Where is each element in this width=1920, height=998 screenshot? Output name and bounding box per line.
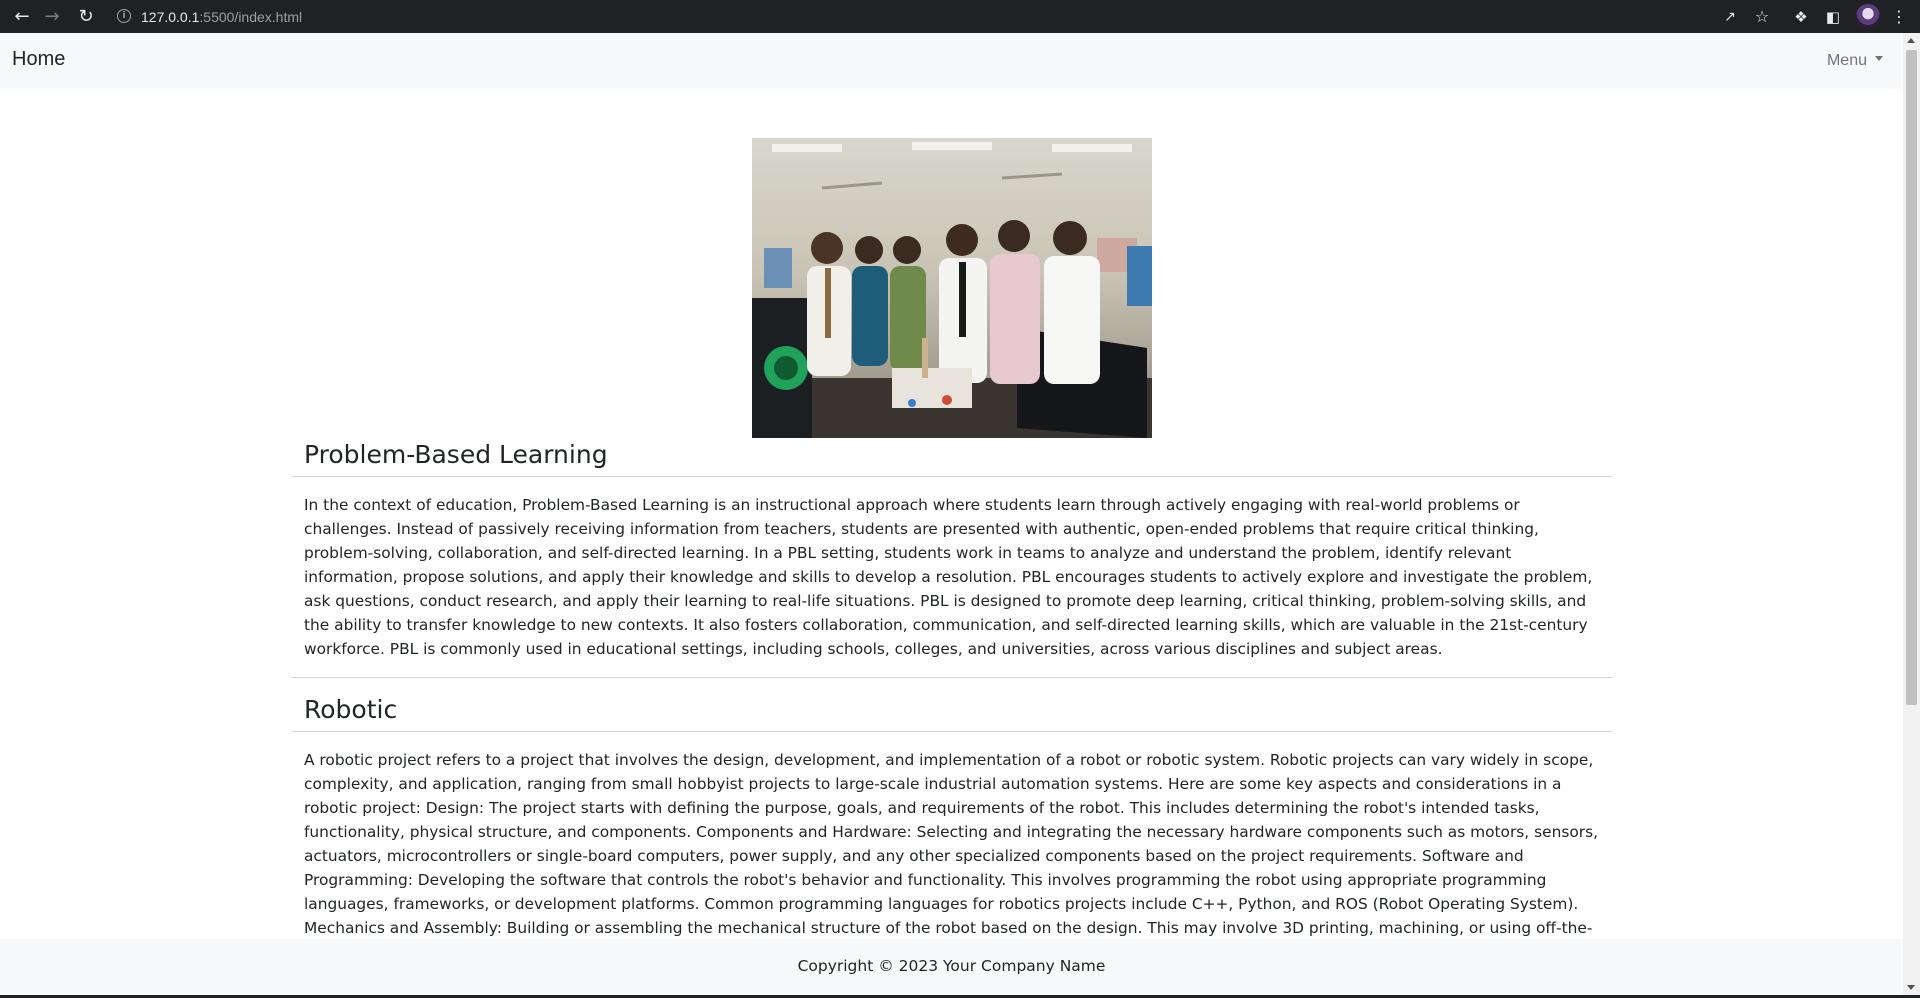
address-bar[interactable]: i 127.0.0.1:5500/index.html <box>108 3 1773 30</box>
divider <box>292 731 1612 732</box>
scrollbar-thumb[interactable] <box>1906 50 1917 705</box>
url-path: :5500/index.html <box>199 9 303 25</box>
section-body: In the context of education, Problem-Bas… <box>304 496 1593 658</box>
section-title: Problem-Based Learning <box>304 440 608 469</box>
menu-label: Menu <box>1826 52 1867 69</box>
back-arrow-icon[interactable]: ← <box>8 0 36 33</box>
divider <box>292 476 1612 477</box>
scroll-up-icon[interactable] <box>1907 38 1915 43</box>
section-body: A robotic project refers to a project th… <box>304 751 1599 961</box>
bookmark-star-icon[interactable]: ☆ <box>1748 0 1776 33</box>
section-robotic: Robotic A robotic project refers to a pr… <box>292 695 1612 964</box>
site-info-icon[interactable]: i <box>117 9 131 23</box>
menu-dropdown[interactable]: Menu <box>1827 52 1883 70</box>
more-vertical-icon[interactable]: ⋮ <box>1885 0 1913 33</box>
browser-toolbar: ← → ↻ i 127.0.0.1:5500/index.html ↗ ☆ ❖ … <box>0 0 1920 33</box>
scroll-down-icon[interactable] <box>1907 985 1915 990</box>
forward-arrow-icon[interactable]: → <box>38 0 66 33</box>
url-host: 127.0.0.1 <box>141 9 200 25</box>
navbar: Home Menu <box>0 33 1903 89</box>
page-viewport: Home Menu Problem-Based Learning In the … <box>0 33 1903 995</box>
caret-down-icon <box>1875 56 1883 62</box>
divider <box>292 677 1612 678</box>
footer: Copyright © 2023 Your Company Name <box>0 939 1903 995</box>
section-title: Robotic <box>304 695 398 724</box>
reload-icon[interactable]: ↻ <box>72 0 100 33</box>
footer-copyright: Copyright © 2023 Your Company Name <box>797 957 1106 975</box>
extensions-puzzle-icon[interactable]: ❖ <box>1787 0 1815 33</box>
navbar-brand-home[interactable]: Home <box>12 48 65 71</box>
section-problem-based-learning: Problem-Based Learning In the context of… <box>292 440 1612 678</box>
side-panel-icon[interactable]: ◧ <box>1819 0 1847 33</box>
profile-avatar[interactable] <box>1856 4 1880 28</box>
vertical-scrollbar[interactable] <box>1903 33 1920 995</box>
team-photo <box>752 138 1152 438</box>
share-icon[interactable]: ↗ <box>1716 0 1744 33</box>
url-text[interactable]: 127.0.0.1:5500/index.html <box>141 9 302 25</box>
